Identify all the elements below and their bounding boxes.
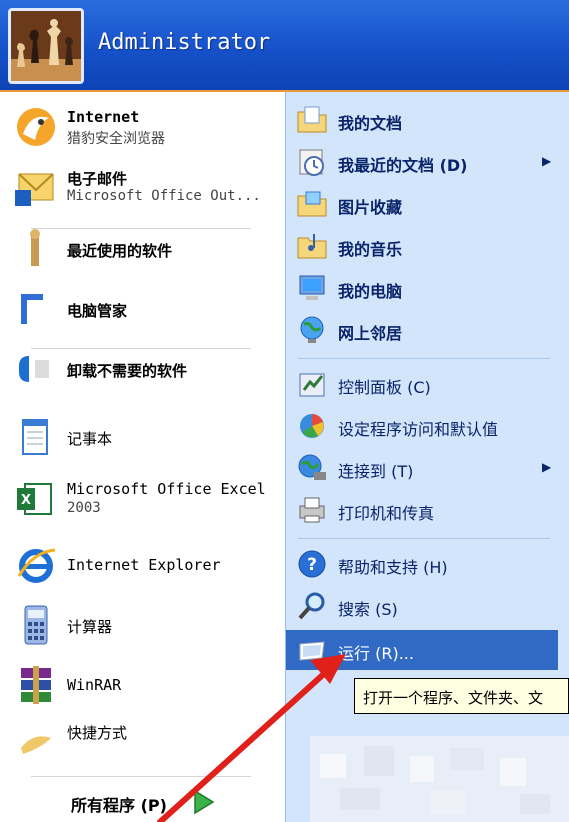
program-item-excel[interactable]: X Microsoft Office Excel 2003	[3, 470, 285, 530]
notepad-icon	[22, 419, 48, 455]
menu-item-program-access[interactable]: 设定程序访问和默认值	[286, 406, 569, 446]
svg-text:X: X	[21, 493, 31, 508]
menu-item-printers-faxes[interactable]: 打印机和传真	[286, 490, 569, 530]
program-item-title: 快捷方式	[67, 724, 128, 742]
search-icon	[298, 592, 325, 620]
divider	[298, 358, 550, 359]
program-item-title: 电脑管家	[67, 302, 128, 320]
program-item-recent-software[interactable]: 最近使用的软件	[3, 220, 285, 280]
program-access-icon	[300, 414, 324, 438]
all-programs-label: 所有程序 (P)	[71, 796, 167, 815]
program-item-subtitle: Microsoft Office Out...	[67, 188, 261, 204]
chess-pieces-icon	[11, 11, 81, 81]
program-item-title: 卸载不需要的软件	[67, 362, 188, 380]
program-item-title: WinRAR	[67, 676, 122, 694]
connect-to-icon	[298, 454, 326, 480]
program-item-winrar[interactable]: WinRAR	[3, 656, 285, 716]
my-music-icon	[297, 234, 327, 259]
tooltip-text: 打开一个程序、文件夹、文	[363, 689, 544, 707]
all-programs-button[interactable]: 所有程序 (P)	[3, 782, 285, 822]
menu-item-search[interactable]: 搜索 (S)	[286, 586, 569, 626]
cheetah-browser-icon	[17, 108, 55, 146]
run-tooltip: 打开一个程序、文件夹、文	[354, 678, 569, 714]
divider	[31, 776, 251, 777]
svg-text:?: ?	[307, 555, 317, 575]
menu-item-label: 打印机和传真	[338, 504, 435, 523]
printers-faxes-icon	[299, 497, 325, 523]
menu-item-label: 搜索 (S)	[338, 600, 398, 619]
menu-item-label: 网上邻居	[338, 324, 403, 343]
outlook-icon	[15, 173, 54, 206]
user-avatar[interactable]	[8, 8, 84, 84]
menu-item-label: 图片收藏	[338, 198, 403, 217]
menu-item-label: 连接到 (T)	[338, 462, 414, 481]
menu-item-help-support[interactable]: ? 帮助和支持 (H)	[286, 544, 569, 584]
uninstall-icon	[19, 356, 49, 382]
recent-documents-icon	[299, 149, 324, 176]
control-panel-icon	[299, 373, 325, 397]
program-item-uninstall[interactable]: 卸载不需要的软件	[3, 340, 285, 400]
shortcut-icon	[21, 736, 51, 754]
my-documents-icon	[297, 106, 327, 133]
program-item-calculator[interactable]: 计算器	[3, 596, 285, 656]
calculator-icon	[24, 605, 48, 645]
menu-item-label: 我的文档	[338, 114, 403, 133]
menu-item-network-places[interactable]: 网上邻居	[286, 310, 569, 350]
program-item-title: Internet	[67, 108, 140, 126]
program-item-notepad[interactable]: 记事本	[3, 408, 285, 468]
menu-item-my-computer[interactable]: 我的电脑	[286, 268, 569, 308]
program-item-internet[interactable]: Internet 猎豹安全浏览器	[3, 98, 285, 158]
excel-icon: X	[17, 483, 52, 515]
run-icon	[299, 641, 325, 661]
menu-item-recent-documents[interactable]: 我最近的文档 (D) ▶	[286, 142, 569, 182]
menu-item-label: 我最近的文档 (D)	[338, 156, 468, 175]
submenu-arrow-icon: ▶	[542, 154, 552, 168]
internet-explorer-icon	[17, 548, 56, 583]
menu-item-my-documents[interactable]: 我的文档	[286, 100, 569, 140]
network-places-icon	[300, 316, 324, 343]
winrar-icon	[21, 666, 51, 704]
program-item-subtitle: 2003	[67, 500, 101, 516]
pinned-programs-pane: Internet 猎豹安全浏览器 电子邮件 Microsoft Office O…	[3, 92, 285, 822]
program-item-title: Microsoft Office Excel	[67, 480, 266, 498]
menu-item-my-pictures[interactable]: 图片收藏	[286, 184, 569, 224]
menu-item-label: 控制面板 (C)	[338, 378, 431, 397]
divider	[298, 538, 550, 539]
pc-manager-icon	[21, 294, 43, 324]
program-item-email[interactable]: 电子邮件 Microsoft Office Out...	[3, 158, 285, 218]
my-pictures-icon	[297, 191, 327, 217]
help-icon: ?	[298, 550, 326, 578]
program-item-title: Internet Explorer	[67, 556, 221, 574]
program-item-title: 记事本	[67, 430, 113, 448]
program-item-shortcut[interactable]: 快捷方式	[3, 712, 285, 772]
menu-item-label: 运行 (R)...	[338, 644, 414, 663]
program-item-title: 电子邮件	[67, 170, 128, 188]
menu-item-label: 我的电脑	[338, 282, 403, 301]
username-label: Administrator	[98, 30, 271, 55]
program-item-pc-manager[interactable]: 电脑管家	[3, 280, 285, 340]
menu-item-label: 帮助和支持 (H)	[338, 558, 448, 577]
program-item-title: 计算器	[67, 618, 113, 636]
submenu-arrow-icon: ▶	[542, 460, 552, 474]
green-arrow-icon	[194, 789, 215, 815]
program-item-title: 最近使用的软件	[67, 242, 173, 260]
menu-item-connect-to[interactable]: 连接到 (T) ▶	[286, 448, 569, 488]
pixelated-overlay	[310, 736, 569, 822]
menu-item-my-music[interactable]: 我的音乐	[286, 226, 569, 266]
menu-item-run[interactable]: 运行 (R)...	[286, 630, 558, 670]
menu-item-control-panel[interactable]: 控制面板 (C)	[286, 364, 569, 404]
program-item-subtitle: 猎豹安全浏览器	[67, 131, 165, 147]
app-icon	[30, 229, 40, 266]
menu-item-label: 我的音乐	[338, 240, 403, 259]
menu-item-label: 设定程序访问和默认值	[338, 420, 499, 439]
program-item-internet-explorer[interactable]: Internet Explorer	[3, 536, 285, 596]
my-computer-icon	[299, 275, 325, 300]
user-header: Administrator	[0, 0, 569, 92]
